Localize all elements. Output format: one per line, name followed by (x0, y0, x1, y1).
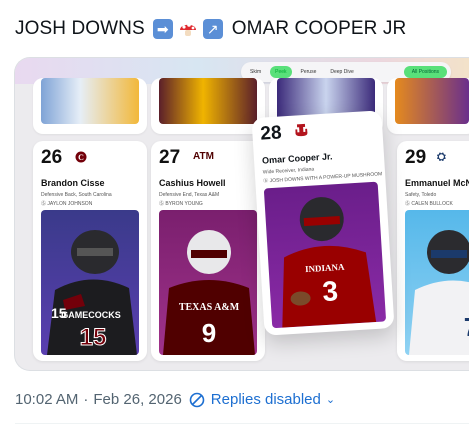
team-logo-icon: ⛭ (437, 151, 446, 163)
svg-text:15: 15 (80, 324, 107, 351)
svg-text:C: C (78, 153, 84, 162)
replies-label: Replies disabled (210, 391, 321, 408)
rank-number: 27 (159, 147, 181, 168)
team-logo-icon: ATM (193, 151, 214, 162)
svg-text:15: 15 (51, 305, 67, 321)
svg-text:GAMECOCKS: GAMECOCKS (61, 310, 121, 320)
divider (15, 423, 469, 424)
player-name: Emmanuel McNe (405, 178, 469, 188)
team-logo-icon: C (75, 151, 87, 166)
filter-tab-deep-dive: Deep Dive (330, 69, 354, 75)
player-comparison: Ⓢ CALEN BULLOCK (405, 201, 453, 207)
player-card: 29 ⛭ Emmanuel McNe Safety, Toledo Ⓢ CALE… (397, 141, 469, 361)
replies-disabled-button[interactable]: Replies disabled ⌄ (189, 391, 335, 408)
post-date[interactable]: Feb 26, 2026 (93, 391, 181, 408)
player-comparison: Ⓢ BYRON YOUNG (159, 201, 203, 207)
player-name: Cashius Howell (159, 178, 226, 188)
svg-text:TEXAS A&M: TEXAS A&M (179, 302, 240, 313)
post-name-left: JOSH DOWNS (15, 18, 145, 39)
player-card: 26 C Brandon Cisse Defensive Back, South… (33, 141, 147, 361)
player-photo: INDIANA 3 (263, 181, 387, 329)
player-photo: GAMECOCKS 15 15 (41, 210, 139, 355)
filter-tab-skim: Skim (250, 69, 262, 75)
player-position: Defensive Back, South Carolina (41, 192, 112, 198)
post-time[interactable]: 10:02 AM (15, 391, 78, 408)
player-comparison: Ⓢ JAYLON JOHNSON (41, 201, 93, 207)
rank-number: 29 (405, 147, 427, 168)
filter-tab-peruse: Peruse (300, 69, 317, 75)
svg-text:7: 7 (464, 312, 469, 342)
player-position: Defensive End, Texas A&M (159, 192, 220, 198)
meta-separator: · (83, 391, 89, 408)
partial-card (387, 78, 469, 134)
partial-card (33, 78, 147, 134)
player-card: 27 ATM Cashius Howell Defensive End, Tex… (151, 141, 265, 361)
post-name-right: OMAR COOPER JR (231, 18, 407, 39)
up-right-arrow-emoji-icon: ↗ (202, 19, 223, 39)
filter-tab-peek: Peek (270, 66, 292, 78)
partial-card (151, 78, 265, 134)
team-logo-icon (295, 123, 308, 141)
positions-select: All Positions (403, 66, 447, 78)
svg-text:9: 9 (202, 318, 216, 348)
player-name: Brandon Cisse (41, 178, 105, 188)
player-position: Safety, Toledo (405, 192, 437, 198)
player-photo: 7 (405, 210, 469, 355)
rank-number: 26 (41, 147, 63, 168)
post-text: JOSH DOWNS ➡ ↗ OMAR COOPER JR (15, 18, 406, 40)
post-image[interactable]: Skim Peek Peruse Deep Dive All Positions… (14, 57, 469, 371)
right-arrow-emoji-icon: ➡ (152, 19, 173, 39)
chevron-down-icon: ⌄ (325, 394, 336, 406)
featured-player-card: 28 Omar Cooper Jr. Wide Receiver, Indian… (251, 110, 395, 336)
blocked-icon (189, 392, 205, 407)
player-name: Omar Cooper Jr. (261, 151, 333, 166)
player-photo: TEXAS A&M 9 (159, 210, 257, 355)
mushroom-emoji-icon (178, 19, 198, 39)
svg-text:3: 3 (321, 275, 338, 307)
rank-number: 28 (259, 122, 283, 145)
post-meta: 10:02 AM · Feb 26, 2026 Replies disabled… (15, 391, 335, 408)
